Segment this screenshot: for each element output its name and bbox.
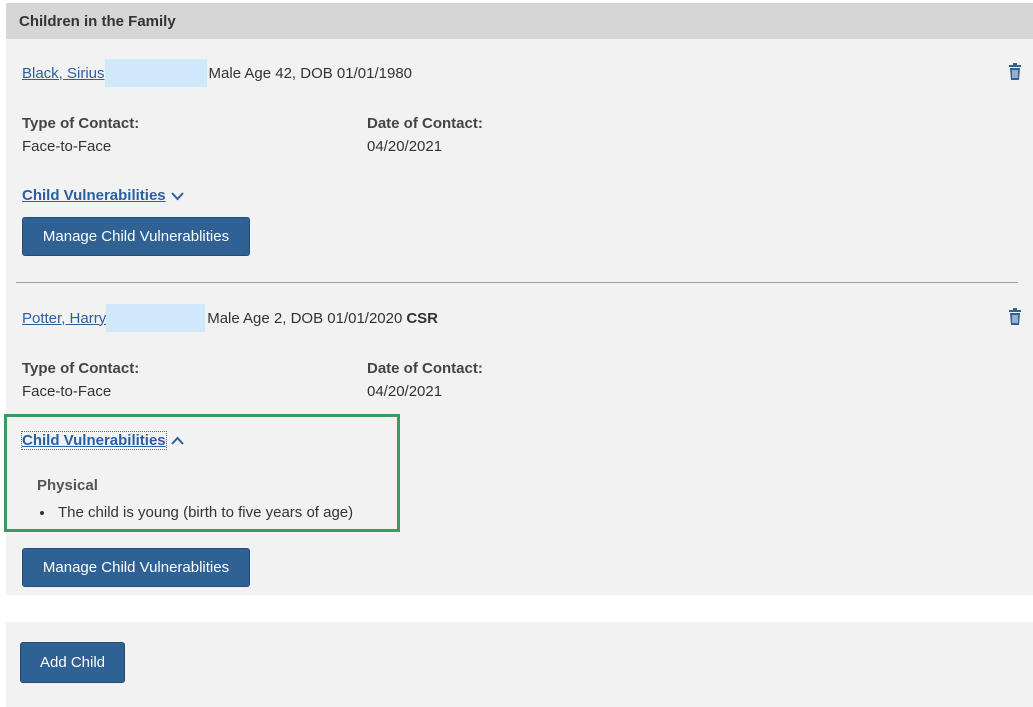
date-of-contact-label: Date of Contact:	[367, 360, 483, 377]
child-name-link[interactable]: Black, Sirius	[22, 65, 105, 82]
child-vulnerabilities-label: Child Vulnerabilities	[22, 187, 166, 204]
child-vulnerabilities-label: Child Vulnerabilities	[21, 431, 167, 450]
child-vulnerabilities-toggle[interactable]: Child Vulnerabilities	[22, 187, 184, 204]
child-name-link[interactable]: Potter, Harry	[22, 310, 106, 327]
child-info: Male Age 2, DOB 01/01/2020	[207, 309, 403, 327]
date-of-contact-value: 04/20/2021	[367, 138, 443, 155]
redacted-field	[106, 304, 206, 332]
date-of-contact-value: 04/20/2021	[367, 383, 443, 400]
type-of-contact-label: Type of Contact:	[22, 115, 140, 132]
trash-icon[interactable]	[1004, 61, 1026, 83]
trash-icon[interactable]	[1004, 306, 1026, 328]
child-divider	[16, 282, 1018, 283]
child-summary: Black, Sirius Male Age 42, DOB 01/01/198…	[22, 59, 413, 87]
chevron-up-icon	[170, 436, 184, 445]
child-vulnerabilities-toggle[interactable]: Child Vulnerabilities	[21, 431, 184, 450]
vulnerability-list-item: The child is young (birth to five years …	[40, 504, 353, 521]
csr-badge: CSR	[406, 309, 439, 327]
vulnerability-category: Physical	[37, 477, 98, 494]
child-info: Male Age 42, DOB 01/01/1980	[208, 64, 413, 82]
manage-child-vulnerabilities-button[interactable]: Manage Child Vulnerablities	[22, 217, 250, 256]
type-of-contact-label: Type of Contact:	[22, 360, 140, 377]
section-title: Children in the Family	[6, 3, 1033, 39]
date-of-contact-label: Date of Contact:	[367, 115, 483, 132]
type-of-contact-value: Face-to-Face	[22, 383, 112, 400]
redacted-field	[104, 59, 207, 87]
child-summary: Potter, Harry Male Age 2, DOB 01/01/2020…	[22, 304, 439, 332]
chevron-down-icon	[170, 191, 184, 200]
manage-child-vulnerabilities-button[interactable]: Manage Child Vulnerablities	[22, 548, 250, 587]
footer-panel	[6, 622, 1033, 707]
vulnerability-item-text: The child is young (birth to five years …	[58, 504, 354, 521]
add-child-button[interactable]: Add Child	[20, 642, 125, 683]
type-of-contact-value: Face-to-Face	[22, 138, 112, 155]
bullet-icon	[40, 510, 44, 515]
